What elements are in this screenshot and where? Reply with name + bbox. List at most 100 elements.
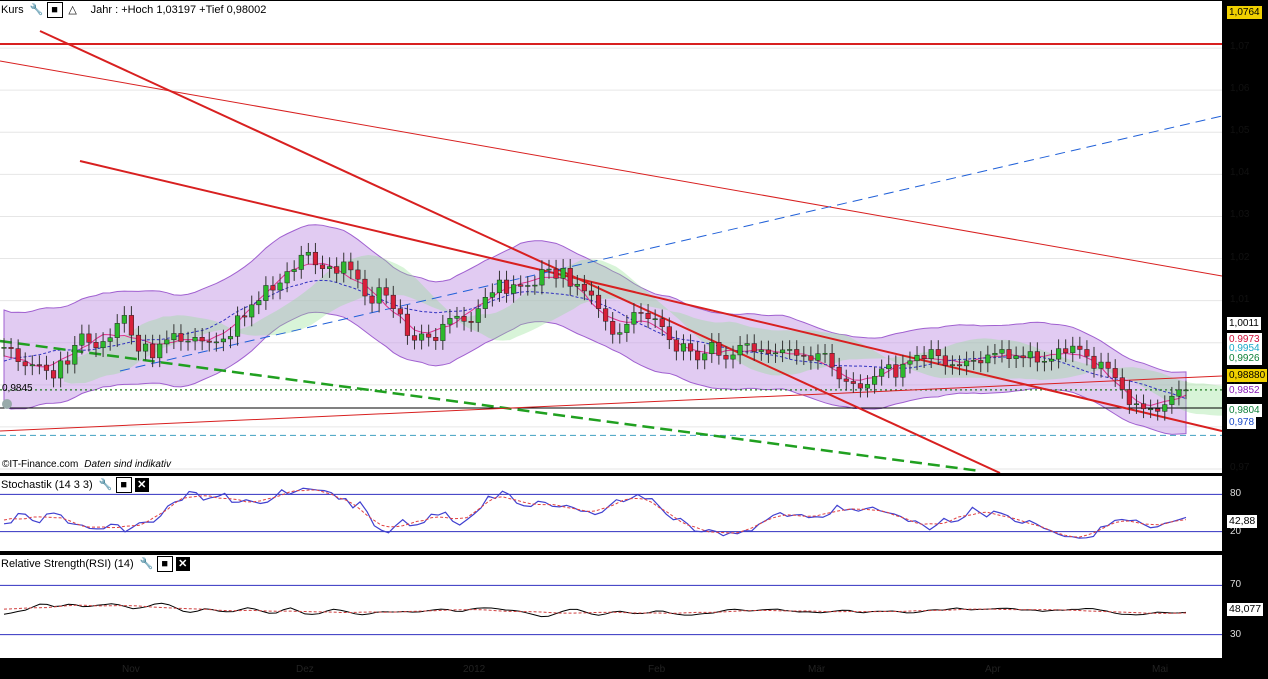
- candle: [645, 313, 651, 319]
- price-chart-panel[interactable]: Kurs 🔧 ■ △ Jahr : +Hoch 1,03197 +Tief 0,…: [0, 1, 1222, 473]
- candle: [256, 300, 262, 306]
- candle: [850, 381, 856, 384]
- time-axis-label: Nov: [122, 664, 140, 675]
- down-trend-line: [39, 30, 1001, 473]
- bell-icon[interactable]: [2, 399, 12, 409]
- candle: [334, 266, 340, 274]
- candle: [164, 339, 170, 345]
- candle: [178, 333, 184, 342]
- candle: [482, 297, 488, 309]
- candle: [1013, 355, 1019, 359]
- rsi-value-label: 48,077: [1227, 603, 1264, 616]
- wrench-icon[interactable]: 🔧: [99, 478, 113, 492]
- window-icon[interactable]: ■: [156, 555, 173, 572]
- candle: [772, 352, 779, 355]
- candle: [270, 285, 276, 291]
- candle: [928, 349, 934, 359]
- candle: [355, 269, 361, 280]
- candle: [659, 318, 665, 327]
- candle: [624, 323, 630, 333]
- candle: [1162, 404, 1168, 412]
- candle: [673, 339, 679, 352]
- window-icon[interactable]: ■: [46, 1, 63, 18]
- candle: [86, 333, 92, 343]
- candle: [72, 345, 78, 365]
- stochastic-d-line: [3, 489, 1187, 538]
- rsi-panel[interactable]: Relative Strength(RSI) (14) 🔧 ■ ✕: [0, 555, 1222, 658]
- alert-icon[interactable]: △: [66, 3, 80, 17]
- candle: [1006, 349, 1012, 359]
- close-icon[interactable]: ✕: [134, 477, 149, 492]
- candle: [829, 353, 835, 368]
- candle: [327, 266, 333, 269]
- price-badge: 0,978: [1227, 416, 1257, 429]
- wrench-icon[interactable]: 🔧: [30, 3, 44, 17]
- window-icon[interactable]: ■: [115, 476, 132, 493]
- candle: [489, 292, 495, 298]
- candle: [22, 361, 28, 367]
- candle: [114, 323, 120, 338]
- candle: [121, 315, 127, 324]
- price-range-info: Jahr : +Hoch 1,03197 +Tief 0,98002: [90, 3, 267, 16]
- candle: [58, 360, 64, 379]
- candle: [1070, 345, 1076, 354]
- stochastic-panel[interactable]: Stochastik (14 3 3) 🔧 ■ ✕: [0, 476, 1222, 551]
- candle: [815, 353, 821, 361]
- candle: [843, 378, 849, 382]
- candle: [362, 278, 368, 297]
- candle: [794, 349, 800, 356]
- source-name: ©IT-Finance.com: [2, 459, 79, 470]
- stochastic-axis-tick: 80: [1230, 488, 1242, 500]
- candle: [433, 337, 439, 341]
- candle: [440, 323, 446, 341]
- wrench-icon[interactable]: 🔧: [140, 557, 154, 571]
- price-badge: 0,98880: [1227, 369, 1268, 382]
- candle: [29, 364, 35, 367]
- candle: [886, 364, 892, 370]
- price-chart-canvas[interactable]: [0, 1, 1222, 473]
- price-axis-tick: 1,06: [1230, 83, 1250, 95]
- candle: [567, 267, 573, 287]
- close-icon[interactable]: ✕: [175, 556, 190, 571]
- time-axis[interactable]: Nov Dez 2012 Feb Mär Apr Mai: [0, 659, 1222, 679]
- stochastic-canvas[interactable]: [0, 476, 1222, 551]
- candle: [50, 370, 57, 379]
- candle: [588, 290, 595, 296]
- time-axis-label: Apr: [985, 664, 1001, 675]
- candle: [404, 313, 410, 336]
- candle: [744, 343, 750, 346]
- rsi-axis-tick: 70: [1230, 579, 1242, 591]
- candle: [1048, 358, 1055, 362]
- candle: [822, 353, 828, 355]
- candle: [1027, 351, 1033, 359]
- candle: [1091, 355, 1097, 369]
- candle: [539, 269, 545, 286]
- candle: [787, 349, 793, 351]
- candle: [872, 376, 878, 385]
- candle: [595, 294, 602, 309]
- candle: [93, 342, 99, 349]
- price-axis-tick: 1,04: [1230, 167, 1250, 179]
- candle: [8, 347, 14, 349]
- candle: [949, 364, 955, 366]
- candle: [603, 308, 609, 322]
- candle: [305, 251, 311, 256]
- candle: [235, 315, 241, 337]
- candle: [319, 264, 326, 269]
- candle: [227, 336, 234, 340]
- candle: [199, 337, 205, 342]
- price-badge: 0,9926: [1227, 352, 1262, 365]
- rsi-average-line: [3, 604, 1187, 614]
- candle: [801, 355, 807, 357]
- candle: [1041, 360, 1047, 363]
- candle: [220, 338, 226, 343]
- candle: [185, 340, 191, 343]
- candle: [65, 360, 71, 365]
- candle: [964, 360, 970, 367]
- candle: [942, 355, 948, 366]
- price-axis-tick: 1,05: [1230, 125, 1250, 137]
- candle: [206, 340, 212, 343]
- candle: [341, 261, 347, 274]
- candle: [376, 287, 382, 304]
- candle: [631, 312, 637, 325]
